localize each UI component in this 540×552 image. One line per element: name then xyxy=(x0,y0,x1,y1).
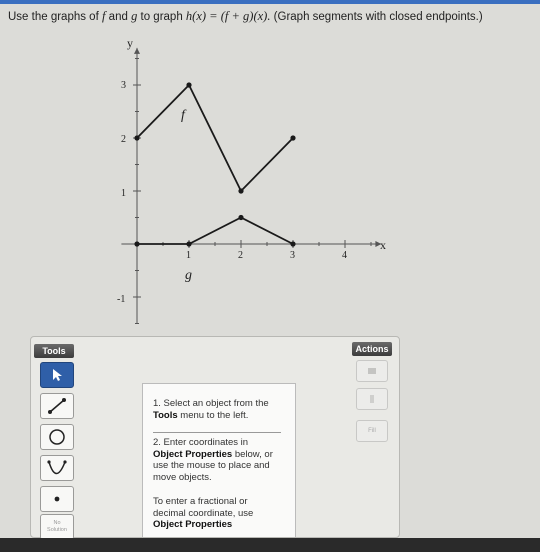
point-icon xyxy=(54,496,60,502)
g-endpoint xyxy=(290,241,296,247)
y-axis-label: y xyxy=(127,36,133,50)
g-endpoint xyxy=(186,241,192,247)
y-tick-label: 1 xyxy=(121,188,126,199)
note-text: To enter a fractional or decimal coordin… xyxy=(153,496,254,519)
bottom-bar xyxy=(0,538,540,552)
question-suffix: (Graph segments with closed endpoints.) xyxy=(273,11,483,23)
step1-text: 1. Select an object from the xyxy=(153,398,269,409)
tools-header: Tools xyxy=(34,344,74,358)
y-tick-label: -1 xyxy=(117,294,126,305)
g-graph-label: g xyxy=(185,268,192,283)
circle-icon xyxy=(49,429,65,445)
question-formula: h(x) = (f + g)(x). xyxy=(185,9,271,23)
no-solution-label-line1: No xyxy=(53,520,61,526)
segment-tool-button[interactable] xyxy=(40,393,74,419)
x-axis-label: x xyxy=(380,238,386,252)
y-axis-arrow xyxy=(134,47,140,54)
f-graph-label: f xyxy=(181,108,185,123)
instruction-step-1: 1. Select an object from the Tools menu … xyxy=(153,398,289,421)
instruction-note: To enter a fractional or decimal coordin… xyxy=(153,496,275,531)
parabola-icon xyxy=(47,460,67,475)
arrow-pointer-icon xyxy=(53,369,62,381)
question-g: g xyxy=(131,9,138,23)
pointer-tool-button[interactable] xyxy=(40,362,74,388)
delete-button[interactable] xyxy=(356,388,388,410)
x-tick-label: 4 xyxy=(342,250,347,261)
f-endpoint xyxy=(186,82,192,88)
question-to-graph: to graph xyxy=(140,11,183,23)
x-tick-label: 1 xyxy=(186,250,191,261)
step1-end: menu to the left. xyxy=(180,409,249,421)
f-graph-line xyxy=(136,83,294,193)
instruction-divider xyxy=(153,432,281,433)
parabola-tool-button[interactable] xyxy=(40,455,74,481)
step2-bold: Object Properties xyxy=(153,448,233,460)
step2-start: 2. Enter coordinates in xyxy=(153,437,249,448)
circle-tool-button[interactable] xyxy=(40,424,74,450)
point-tool-button[interactable] xyxy=(40,486,74,512)
x-tick-label: 3 xyxy=(290,250,295,261)
fill-label: Fill xyxy=(368,428,376,434)
y-tick-label: 2 xyxy=(121,134,126,145)
line-segment-icon xyxy=(48,398,66,414)
question-prompt: Use the graphs of f and g to graph h(x) … xyxy=(8,9,538,24)
graph-canvas[interactable] xyxy=(0,24,540,340)
question-and: and xyxy=(108,11,128,23)
undo-icon xyxy=(368,368,376,374)
instructions-panel: 1. Select an object from the Tools menu … xyxy=(142,383,296,537)
fill-button[interactable]: Fill xyxy=(356,420,388,442)
actions-header: Actions xyxy=(352,342,392,356)
instruction-step-2: 2. Enter coordinates in Object Propertie… xyxy=(153,437,273,483)
g-endpoint xyxy=(134,241,140,247)
y-tick-label: 3 xyxy=(121,80,126,91)
undo-button[interactable] xyxy=(356,360,388,382)
x-tick-label: 2 xyxy=(238,250,243,261)
note-bold: Object Properties xyxy=(153,519,233,530)
no-solution-button[interactable]: No Solution xyxy=(40,514,74,540)
question-f: f xyxy=(101,9,106,23)
f-endpoint xyxy=(238,188,244,194)
question-prefix: Use the graphs of xyxy=(8,11,99,23)
step1-bold: Tools xyxy=(153,409,178,421)
f-endpoint xyxy=(290,135,296,141)
delete-icon xyxy=(370,395,374,403)
no-solution-label-line2: Solution xyxy=(47,527,67,533)
graph-area[interactable]: y x 1 2 3 4 3 2 1 -1 f g xyxy=(0,24,540,340)
g-endpoint xyxy=(238,214,244,221)
f-endpoint xyxy=(134,135,140,141)
top-accent-strip xyxy=(0,0,540,4)
g-graph-line xyxy=(137,216,294,245)
